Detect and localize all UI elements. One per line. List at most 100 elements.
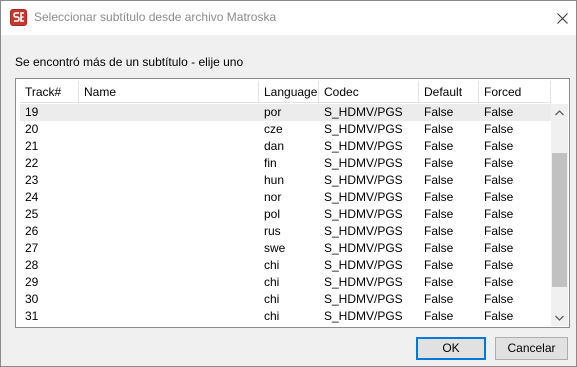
cell-default: False (424, 292, 454, 306)
prompt-label: Se encontró más de un subtítulo - elije … (15, 55, 244, 69)
table-row[interactable]: 29 chi S_HDMV/PGS False False (20, 274, 551, 291)
cell-codec: S_HDMV/PGS (324, 207, 403, 221)
cell-forced: False (484, 122, 514, 136)
table-row[interactable]: 23 hun S_HDMV/PGS False False (20, 172, 551, 189)
vertical-scrollbar[interactable] (551, 104, 568, 326)
cell-track: 19 (25, 105, 39, 119)
cell-language: chi (264, 292, 280, 306)
cell-name (79, 257, 259, 274)
cell-track: 20 (25, 122, 39, 136)
scroll-up-button[interactable] (551, 104, 568, 121)
cell-forced: False (484, 190, 514, 204)
cell-track: 21 (25, 139, 39, 153)
cell-track: 28 (25, 258, 39, 272)
cell-default: False (424, 258, 454, 272)
title-bar[interactable]: Seleccionar subtítulo desde archivo Matr… (1, 1, 576, 35)
cell-name (79, 138, 259, 155)
cell-name (79, 155, 259, 172)
close-icon (556, 12, 568, 24)
table-row[interactable]: 19 por S_HDMV/PGS False False (20, 104, 551, 121)
subtitle-tracks-table[interactable]: Track# Name Language Codec Default Force… (15, 78, 570, 328)
cell-name (79, 240, 259, 257)
cell-default: False (424, 122, 454, 136)
cell-codec: S_HDMV/PGS (324, 275, 403, 289)
cell-language: dan (264, 139, 285, 153)
table-row[interactable]: 28 chi S_HDMV/PGS False False (20, 257, 551, 274)
cell-forced: False (484, 139, 514, 153)
cell-forced: False (484, 258, 514, 272)
column-header-name[interactable]: Name (79, 81, 259, 103)
cell-language: chi (264, 258, 280, 272)
cell-track: 26 (25, 224, 39, 238)
cell-language: hun (264, 173, 285, 187)
scrollbar-thumb[interactable] (552, 153, 567, 288)
dialog-window: Seleccionar subtítulo desde archivo Matr… (0, 0, 577, 367)
cell-codec: S_HDMV/PGS (324, 292, 403, 306)
cell-default: False (424, 224, 454, 238)
table-row[interactable]: 30 chi S_HDMV/PGS False False (20, 291, 551, 308)
cell-forced: False (484, 309, 514, 323)
cell-track: 24 (25, 190, 39, 204)
cell-default: False (424, 105, 454, 119)
cell-default: False (424, 173, 454, 187)
column-header-track[interactable]: Track# (20, 81, 79, 103)
cell-language: fin (264, 156, 277, 170)
table-row[interactable]: 24 nor S_HDMV/PGS False False (20, 189, 551, 206)
cell-track: 29 (25, 275, 39, 289)
cell-codec: S_HDMV/PGS (324, 309, 403, 323)
column-header-default[interactable]: Default (419, 81, 479, 103)
cell-track: 31 (25, 309, 39, 323)
table-row[interactable]: 22 fin S_HDMV/PGS False False (20, 155, 551, 172)
table-row[interactable]: 31 chi S_HDMV/PGS False False (20, 308, 551, 325)
cell-default: False (424, 156, 454, 170)
cell-language: chi (264, 275, 280, 289)
cell-codec: S_HDMV/PGS (324, 173, 403, 187)
cell-language: cze (264, 122, 283, 136)
cell-track: 23 (25, 173, 39, 187)
subtitle-edit-app-icon (10, 9, 27, 26)
cell-forced: False (484, 105, 514, 119)
cell-forced: False (484, 241, 514, 255)
scroll-down-button[interactable] (551, 309, 568, 326)
cell-track: 25 (25, 207, 39, 221)
cell-default: False (424, 241, 454, 255)
table-header: Track# Name Language Codec Default Force… (20, 81, 565, 104)
table-row[interactable]: 21 dan S_HDMV/PGS False False (20, 138, 551, 155)
cell-codec: S_HDMV/PGS (324, 258, 403, 272)
cell-track: 22 (25, 156, 39, 170)
cell-track: 27 (25, 241, 39, 255)
cell-name (79, 274, 259, 291)
chevron-down-icon (555, 315, 564, 321)
column-header-forced[interactable]: Forced (479, 81, 551, 103)
cell-default: False (424, 275, 454, 289)
cell-default: False (424, 309, 454, 323)
cell-forced: False (484, 207, 514, 221)
table-row[interactable]: 26 rus S_HDMV/PGS False False (20, 223, 551, 240)
cell-codec: S_HDMV/PGS (324, 105, 403, 119)
cell-forced: False (484, 156, 514, 170)
cell-name (79, 308, 259, 325)
window-title: Seleccionar subtítulo desde archivo Matr… (34, 10, 277, 24)
ok-button[interactable]: OK (416, 337, 486, 360)
table-row[interactable]: 27 swe S_HDMV/PGS False False (20, 240, 551, 257)
table-row[interactable]: 25 pol S_HDMV/PGS False False (20, 206, 551, 223)
cell-name (79, 104, 259, 121)
cell-codec: S_HDMV/PGS (324, 190, 403, 204)
cell-name (79, 291, 259, 308)
table-row[interactable]: 20 cze S_HDMV/PGS False False (20, 121, 551, 138)
cell-language: nor (264, 190, 282, 204)
cell-default: False (424, 190, 454, 204)
cell-language: swe (264, 241, 286, 255)
cell-codec: S_HDMV/PGS (324, 139, 403, 153)
cell-language: pol (264, 207, 281, 221)
cancel-button[interactable]: Cancelar (495, 337, 568, 360)
cell-forced: False (484, 275, 514, 289)
cell-language: rus (264, 224, 281, 238)
column-header-codec[interactable]: Codec (319, 81, 419, 103)
column-header-language[interactable]: Language (259, 81, 319, 103)
cell-name (79, 172, 259, 189)
cell-codec: S_HDMV/PGS (324, 122, 403, 136)
cell-name (79, 206, 259, 223)
close-button[interactable] (549, 5, 575, 31)
cell-forced: False (484, 173, 514, 187)
